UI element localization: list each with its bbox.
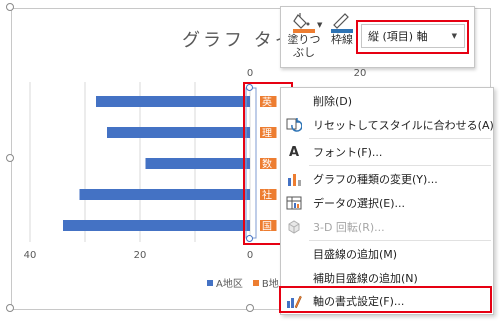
bar-series-a[interactable] — [107, 127, 250, 138]
chart-legend[interactable]: A地区 B地 — [207, 275, 279, 290]
menu-item-label: 軸の書式設定(F)... — [313, 295, 405, 308]
menu-item-label: フォント(F)... — [313, 146, 383, 159]
x-tick-label: 40 — [24, 250, 37, 261]
legend-label: B地 — [261, 279, 279, 290]
menu-item-change-chart-type[interactable]: グラフの種類の変更(Y)... — [281, 167, 493, 191]
bar-series-a[interactable] — [79, 189, 251, 200]
fill-label-2: ぶし — [293, 46, 315, 59]
context-menu: 削除(D) リセットしてスタイルに合わせる(A) A フォント(F)... グラ… — [280, 87, 494, 315]
font-icon: A — [288, 144, 300, 160]
chart-element-value: 縦 (項目) 軸 — [368, 30, 428, 43]
format-axis-icon — [285, 292, 303, 310]
reset-style-icon — [285, 116, 303, 134]
menu-item-3d-rotation: 3-D 回転(R)... — [281, 215, 493, 239]
legend-swatch — [252, 279, 259, 286]
menu-separator — [309, 240, 491, 241]
menu-item-add-major-gridlines[interactable]: 目盛線の追加(M) — [281, 242, 493, 266]
chart-type-icon — [285, 170, 303, 188]
menu-item-reset-style[interactable]: リセットしてスタイルに合わせる(A) — [281, 113, 494, 137]
outline-button[interactable]: 枠線 — [327, 11, 357, 46]
paint-bucket-icon — [293, 13, 315, 33]
chevron-down-icon: ▼ — [317, 21, 323, 29]
menu-item-label: 補助目盛線の追加(N) — [313, 272, 418, 285]
rotate-3d-icon — [285, 218, 303, 236]
bar-series-a[interactable] — [96, 96, 250, 107]
legend-item: B地 — [252, 275, 279, 290]
x-top-tick-label: 20 — [354, 68, 367, 79]
menu-item-label: データの選択(E)... — [313, 197, 406, 210]
menu-separator — [309, 165, 491, 166]
category-tick-label: 数 — [262, 158, 272, 171]
legend-item: A地区 — [207, 275, 243, 290]
menu-separator — [309, 138, 491, 139]
menu-item-add-minor-gridlines[interactable]: 補助目盛線の追加(N) — [281, 266, 493, 290]
pen-icon — [331, 13, 353, 33]
mini-toolbar: ▼ 塗りつ ぶし 枠線 縦 (項目) 軸 ▼ — [280, 6, 475, 68]
menu-item-label: 削除(D) — [313, 95, 353, 108]
legend-swatch — [207, 279, 213, 286]
x-top-tick-label: 0 — [247, 68, 253, 79]
menu-item-label: リセットしてスタイルに合わせる(A) — [313, 119, 494, 132]
outline-label: 枠線 — [331, 33, 353, 46]
menu-item-format-axis[interactable]: 軸の書式設定(F)... — [281, 289, 493, 313]
chart-element-select[interactable]: 縦 (項目) 軸 ▼ — [361, 24, 465, 48]
axis-selection-handle[interactable] — [246, 84, 253, 91]
menu-item-label: 目盛線の追加(M) — [313, 248, 398, 261]
category-tick-label: 社 — [262, 189, 272, 202]
select-data-icon — [285, 194, 303, 212]
category-tick-label: 英 — [262, 96, 272, 109]
fill-label: 塗りつ — [287, 33, 321, 46]
menu-item-label: 3-D 回転(R)... — [313, 221, 385, 234]
category-tick-label: 国 — [262, 221, 272, 233]
bar-series-a[interactable] — [145, 158, 251, 169]
chevron-down-icon: ▼ — [451, 32, 457, 40]
x-tick-label: 0 — [247, 250, 253, 261]
menu-item-font[interactable]: A フォント(F)... — [281, 140, 493, 164]
menu-item-select-data[interactable]: データの選択(E)... — [281, 191, 493, 215]
legend-label: A地区 — [216, 279, 243, 290]
category-tick-label: 理 — [262, 128, 272, 140]
fill-button[interactable]: ▼ 塗りつ ぶし — [287, 11, 323, 59]
x-tick-label: 20 — [134, 250, 147, 261]
bar-series-a[interactable] — [63, 220, 250, 231]
menu-item-delete[interactable]: 削除(D) — [281, 89, 493, 113]
menu-item-label: グラフの種類の変更(Y)... — [313, 173, 438, 186]
axis-selection-handle[interactable] — [246, 235, 253, 242]
